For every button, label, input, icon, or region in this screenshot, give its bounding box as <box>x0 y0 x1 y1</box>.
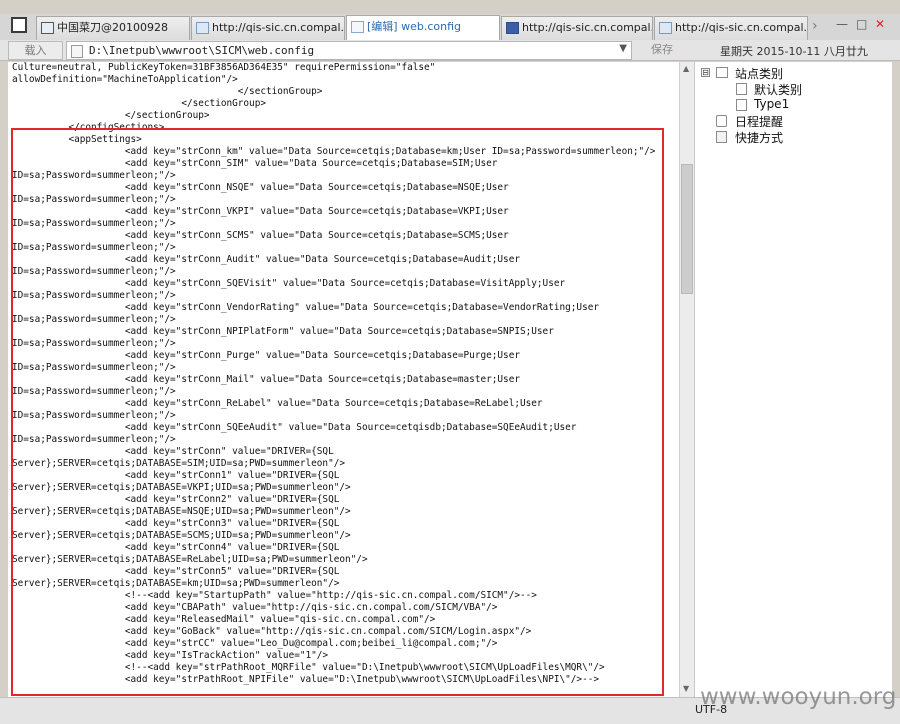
window-icon <box>41 22 54 34</box>
tree-item-shortcuts[interactable]: 快捷方式 <box>735 129 783 146</box>
tab-bar: 中国菜刀@20100928 http://qis-sic.cn.compal..… <box>0 14 900 41</box>
scrollbar-thumb[interactable] <box>681 164 693 294</box>
category-icon <box>716 67 728 78</box>
tree-item-default-category[interactable]: 默认类别 <box>754 81 802 98</box>
folder-icon <box>736 99 747 111</box>
tab-url-2[interactable]: http://qis-sic.cn.compal.... <box>501 16 653 40</box>
tab-label: http://qis-sic.cn.compal.... <box>522 21 653 34</box>
folder-icon <box>736 83 747 95</box>
file-path-input[interactable]: D:\Inetpub\wwwroot\SICM\web.config ▼ <box>66 41 632 60</box>
file-path-value: D:\Inetpub\wwwroot\SICM\web.config <box>89 44 315 57</box>
document-icon <box>351 21 364 33</box>
tree-item-site-categories[interactable]: 站点类别 <box>735 65 783 82</box>
save-button[interactable]: 保存 <box>636 41 688 60</box>
tree-item-schedule-reminder[interactable]: 日程提醒 <box>735 113 783 130</box>
date-display: 星期天 2015-10-11 八月廿九 <box>720 45 868 58</box>
load-button[interactable]: 载入 <box>8 41 63 60</box>
tab-chinese-chopper[interactable]: 中国菜刀@20100928 <box>36 16 190 40</box>
file-icon <box>71 45 83 58</box>
tab-url-3[interactable]: http://qis-sic.cn.compal.... <box>654 16 808 40</box>
highlight-box <box>11 128 664 696</box>
tab-scroll-right-icon[interactable]: › <box>812 18 818 34</box>
scroll-down-icon[interactable]: ▼ <box>683 684 689 693</box>
tab-label: http://qis-sic.cn.compal.... <box>675 21 808 34</box>
collapse-toggle-icon[interactable]: ⊟ <box>701 68 710 77</box>
app-window-icon[interactable] <box>11 17 27 33</box>
chevron-down-icon[interactable]: ▼ <box>619 43 627 54</box>
tab-label: [编辑] web.config <box>367 20 461 33</box>
watermark: www.wooyun.org <box>700 684 897 710</box>
maximize-icon[interactable]: □ <box>856 17 867 31</box>
folder-icon <box>659 22 672 34</box>
minimize-icon[interactable]: — <box>836 17 848 31</box>
tree-item-type1[interactable]: Type1 <box>754 97 789 111</box>
vertical-scrollbar[interactable]: ▲ ▼ <box>679 62 694 697</box>
folder-icon <box>196 22 209 34</box>
terminal-icon <box>506 22 519 34</box>
tab-url-1[interactable]: http://qis-sic.cn.compal.... <box>191 16 345 40</box>
tab-edit-webconfig[interactable]: [编辑] web.config <box>346 15 500 41</box>
shortcut-icon <box>716 131 727 143</box>
calendar-icon <box>716 115 727 127</box>
site-tree-panel: ⊟ 站点类别 默认类别 Type1 日程提醒 快捷方式 <box>694 62 892 697</box>
toolbar: 载入 D:\Inetpub\wwwroot\SICM\web.config ▼ … <box>0 40 900 61</box>
close-icon[interactable]: ✕ <box>875 17 885 31</box>
tab-label: http://qis-sic.cn.compal.... <box>212 21 345 34</box>
status-bar: UTF-8 www.wooyun.org <box>0 684 900 724</box>
scroll-up-icon[interactable]: ▲ <box>683 64 689 73</box>
tab-label: 中国菜刀@20100928 <box>57 21 168 34</box>
